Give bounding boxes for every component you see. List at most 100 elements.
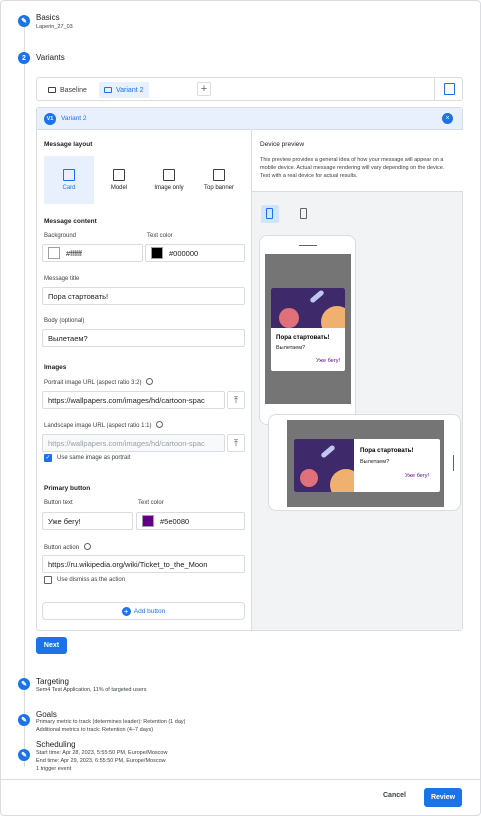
portrait-screen: Пора стартовать! Вылетаем? Уже бегу! (265, 254, 351, 404)
portrait-url-input[interactable]: https://wallpapers.com/images/hd/cartoon… (42, 391, 225, 409)
layout-option-image-only[interactable]: Image only (144, 156, 194, 204)
card-image (271, 288, 345, 328)
modal-icon (113, 169, 125, 181)
footer-bar: Cancel Review (1, 779, 480, 815)
device-preview: Device preview This preview provides a g… (251, 130, 463, 630)
phone-landscape-icon[interactable] (300, 208, 307, 219)
message-layout-heading: Message layout (44, 141, 93, 148)
layout-option-label: Top banner (203, 185, 235, 191)
color-swatch[interactable] (48, 247, 60, 259)
color-swatch[interactable] (142, 515, 154, 527)
button-action-input[interactable]: https://ru.wikipedia.org/wiki/Ticket_to_… (42, 555, 245, 573)
add-button-button[interactable]: + Add button (42, 602, 245, 620)
preview-header: Device preview This preview provides a g… (252, 130, 463, 192)
background-color-value: #ffffff (66, 248, 82, 258)
planet-illustration (279, 308, 299, 328)
banner-icon (213, 169, 225, 181)
same-image-checkbox[interactable]: ✓ (44, 454, 52, 462)
landscape-message-card: Пора стартовать! Вылетаем? Уже бегу! (294, 439, 440, 492)
body-label: Body (optional) (44, 318, 85, 324)
step-goals-title[interactable]: Goals (36, 710, 57, 719)
variant-header: V1 Variant 2 × (37, 108, 462, 130)
phone-portrait-icon (266, 208, 273, 219)
body-input[interactable]: Вылетаем? (42, 329, 245, 347)
card-title: Пора стартовать! (360, 447, 414, 454)
variant-tabs: Baseline Variant 2 + (36, 77, 463, 101)
card-body: Вылетаем? (276, 345, 306, 351)
card-action-button: Уже бегу! (316, 358, 341, 364)
step-variants-title: Variants (36, 53, 65, 62)
compare-icon[interactable] (444, 83, 455, 95)
card-action-button: Уже бегу! (405, 473, 430, 479)
variant-title: Variant 2 (61, 115, 87, 122)
button-text-input[interactable]: Уже бегу! (42, 512, 133, 530)
card-body: Вылетаем? (360, 459, 390, 465)
layout-option-label: Model (110, 185, 128, 191)
edit-icon[interactable]: ✎ (18, 714, 30, 726)
phone-speaker (299, 245, 317, 246)
message-icon (48, 87, 56, 93)
upload-icon[interactable]: ⤒ (227, 434, 245, 452)
review-button[interactable]: Review (424, 788, 462, 807)
campaign-editor: ✎ Basics Laperin_27_03 2 Variants Baseli… (0, 0, 481, 816)
upload-icon[interactable]: ⤒ (227, 391, 245, 409)
image-icon (163, 169, 175, 181)
tab-label: Variant 2 (116, 86, 144, 94)
next-button[interactable]: Next (36, 637, 67, 654)
portrait-url-label: Portrait image URL (aspect ratio 3:2) (44, 378, 154, 386)
stepper-line (24, 15, 25, 767)
preview-description: This preview provides a general idea of … (260, 157, 445, 179)
background-color-field[interactable]: #ffffff (42, 244, 143, 262)
rocket-illustration (309, 289, 325, 304)
edit-icon[interactable]: ✎ (18, 749, 30, 761)
primary-button-heading: Primary button (44, 485, 91, 492)
step-scheduling-line: Start time: Apr 28, 2023, 5:55:50 PM, Eu… (36, 750, 168, 756)
help-icon[interactable] (156, 421, 164, 428)
portrait-toggle[interactable] (261, 205, 279, 223)
landscape-url-input[interactable]: https://wallpapers.com/images/hd/cartoon… (42, 434, 225, 452)
text-color-label: Text color (147, 233, 173, 239)
layout-option-modal[interactable]: Model (94, 156, 144, 204)
cancel-button[interactable]: Cancel (383, 792, 406, 799)
layout-option-label: Image only (154, 185, 184, 191)
help-icon[interactable] (146, 378, 154, 385)
message-title-input[interactable]: Пора стартовать! (42, 287, 245, 305)
dismiss-checkbox[interactable] (44, 576, 52, 584)
preview-title: Device preview (260, 141, 305, 148)
layout-option-card[interactable]: Card (44, 156, 94, 204)
add-variant-button[interactable]: + (197, 82, 211, 96)
step-basics-subtitle: Laperin_27_03 (36, 24, 73, 30)
card-icon (63, 169, 75, 181)
button-text-label: Button text (44, 500, 73, 506)
card-image (294, 439, 354, 492)
layout-option-top-banner[interactable]: Top banner (194, 156, 244, 204)
tab-variant-2[interactable]: Variant 2 (99, 82, 149, 98)
button-color-field[interactable]: #5e0080 (136, 512, 245, 530)
tab-baseline[interactable]: Baseline (43, 82, 92, 98)
portrait-phone: Пора стартовать! Вылетаем? Уже бегу! (259, 235, 356, 425)
rocket-illustration (320, 444, 336, 459)
planet-illustration (300, 469, 318, 487)
planet-illustration (330, 469, 354, 492)
color-swatch[interactable] (151, 247, 163, 259)
step-scheduling-line: 1 trigger event (36, 766, 72, 772)
add-button-label: Add button (133, 607, 166, 615)
phone-speaker (453, 455, 454, 471)
edit-icon[interactable]: ✎ (18, 678, 30, 690)
button-color-value: #5e0080 (160, 516, 190, 526)
landscape-phone: Пора стартовать! Вылетаем? Уже бегу! (268, 414, 461, 511)
help-icon[interactable] (83, 543, 91, 550)
edit-icon[interactable]: ✎ (18, 15, 30, 27)
step-targeting-title[interactable]: Targeting (36, 677, 69, 686)
step-scheduling-title[interactable]: Scheduling (36, 740, 76, 749)
card-title: Пора стартовать! (276, 334, 330, 341)
step-goals-line: Additional metrics to track: Retention (… (36, 727, 154, 733)
tab-label: Baseline (60, 86, 87, 94)
text-color-field[interactable]: #000000 (145, 244, 245, 262)
step-basics-title[interactable]: Basics (36, 13, 60, 22)
text-color-value: #000000 (169, 248, 199, 258)
same-image-label: Use same image as portrait (57, 455, 131, 461)
close-icon[interactable]: × (442, 113, 453, 124)
landscape-url-label: Landscape image URL (aspect ratio 1:1) (44, 421, 164, 429)
images-heading: Images (44, 364, 67, 371)
